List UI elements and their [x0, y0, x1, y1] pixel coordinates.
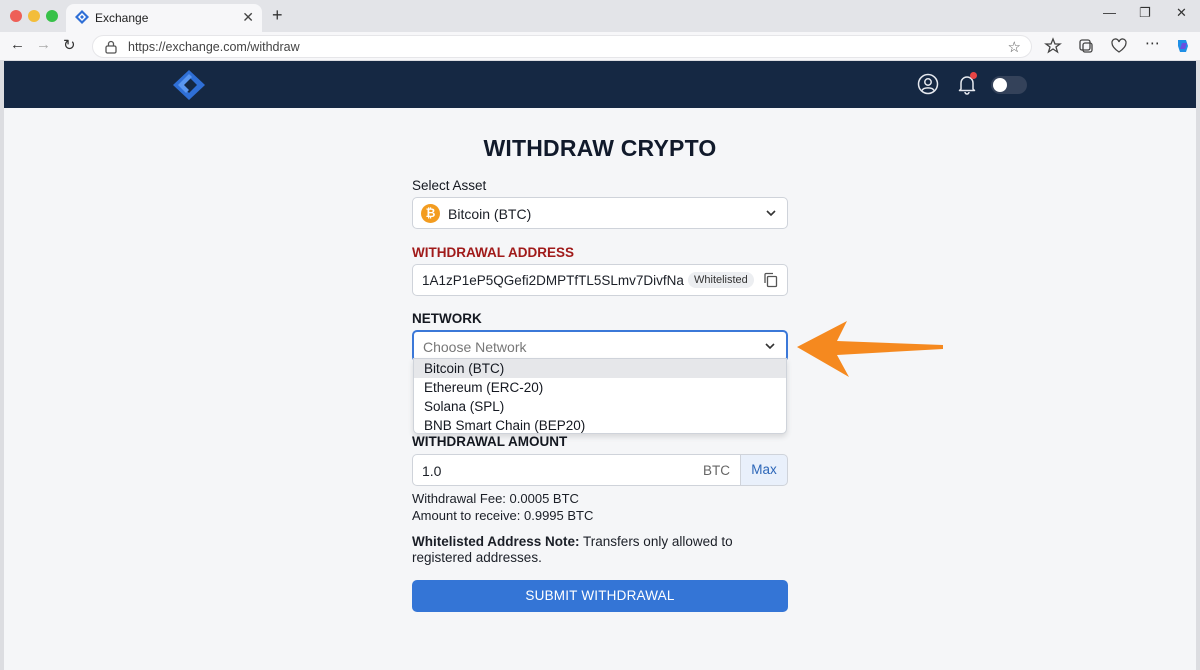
browser-essentials-icon[interactable] [1110, 37, 1128, 55]
asset-label: Select Asset [412, 178, 487, 193]
toggle-knob [993, 78, 1007, 92]
page-title: WITHDRAW CRYPTO [483, 135, 717, 161]
notification-dot [970, 72, 977, 79]
close-window-icon[interactable]: ✕ [1176, 5, 1187, 21]
amount-unit: BTC [703, 463, 730, 478]
logo-icon[interactable] [172, 69, 206, 101]
url-text: https://exchange.com/withdraw [128, 40, 300, 54]
web-page: WITHDRAW CRYPTO Select Asset ₿ Bitcoin (… [4, 61, 1196, 670]
bitcoin-icon: ₿ [421, 204, 440, 223]
maximize-icon[interactable]: ❐ [1139, 5, 1151, 21]
whitelist-note-title: Whitelisted Address Note: [412, 534, 580, 549]
network-option-erc20[interactable]: Ethereum (ERC-20) [414, 378, 786, 397]
submit-withdrawal-button[interactable]: SUBMIT WITHDRAWAL [412, 580, 788, 612]
network-option-btc[interactable]: Bitcoin (BTC) [414, 359, 786, 378]
collections-icon[interactable] [1077, 37, 1095, 55]
address-bar[interactable]: https://exchange.com/withdraw ☆ [92, 35, 1032, 58]
favorites-icon[interactable] [1044, 37, 1062, 55]
back-icon[interactable]: ← [10, 36, 25, 53]
network-placeholder: Choose Network [423, 339, 527, 355]
tab-title: Exchange [95, 11, 149, 25]
window-minimize-dot[interactable] [28, 10, 40, 22]
browser-tab[interactable]: Exchange ✕ [66, 4, 262, 32]
user-icon[interactable] [917, 73, 939, 95]
network-dropdown: Bitcoin (BTC) Ethereum (ERC-20) Solana (… [413, 358, 787, 434]
lock-icon [105, 40, 117, 54]
app-header [4, 61, 1196, 108]
address-value: 1A1zP1eP5QGefi2DMPTfTL5SLmv7DivfNa [422, 273, 684, 288]
chevron-down-icon [766, 210, 776, 217]
tab-favicon-icon [75, 10, 89, 24]
more-menu-icon[interactable]: ⋯ [1145, 34, 1160, 52]
bookmark-star-icon[interactable]: ☆ [1008, 38, 1021, 56]
amount-input[interactable]: 1.0 BTC [412, 454, 741, 486]
browser-toolbar: ← → ↻ https://exchange.com/withdraw ☆ ⋯ [0, 32, 1200, 60]
asset-select[interactable]: ₿ Bitcoin (BTC) [412, 197, 788, 229]
address-label: WITHDRAWAL ADDRESS [412, 245, 574, 260]
whitelisted-badge: Whitelisted [688, 272, 754, 288]
window-close-dot[interactable] [10, 10, 22, 22]
minimize-icon[interactable]: — [1103, 5, 1116, 20]
amount-label: WITHDRAWAL AMOUNT [412, 434, 568, 449]
whitelist-note: Whitelisted Address Note: Transfers only… [412, 534, 788, 566]
max-button[interactable]: Max [740, 454, 788, 486]
copy-icon[interactable] [763, 272, 778, 288]
copilot-icon[interactable] [1174, 37, 1192, 55]
forward-icon[interactable]: → [36, 36, 51, 53]
address-field[interactable]: 1A1zP1eP5QGefi2DMPTfTL5SLmv7DivfNa White… [412, 264, 788, 296]
chevron-down-icon [765, 343, 775, 350]
theme-toggle[interactable] [991, 76, 1027, 94]
amount-to-receive-text: Amount to receive: 0.9995 BTC [412, 508, 594, 523]
withdrawal-fee-text: Withdrawal Fee: 0.0005 BTC [412, 491, 579, 506]
network-option-spl[interactable]: Solana (SPL) [414, 397, 786, 416]
amount-value: 1.0 [422, 463, 442, 479]
asset-select-value: Bitcoin (BTC) [448, 206, 532, 222]
network-option-bep20[interactable]: BNB Smart Chain (BEP20) [414, 416, 786, 435]
tab-close-icon[interactable]: ✕ [242, 9, 254, 26]
window-zoom-dot[interactable] [46, 10, 58, 22]
reload-icon[interactable]: ↻ [63, 36, 76, 54]
new-tab-icon[interactable]: + [272, 5, 283, 26]
browser-tab-bar: Exchange ✕ + — ❐ ✕ [0, 0, 1200, 32]
network-label: NETWORK [412, 311, 482, 326]
annotation-arrow [797, 321, 943, 377]
